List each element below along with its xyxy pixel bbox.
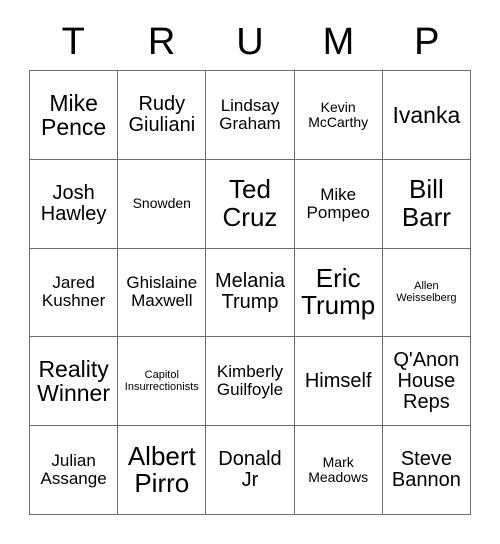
bingo-card: T R U M P Mike Pence Rudy Giuliani Linds… [29,14,471,515]
header-letter-5: P [414,21,440,63]
bingo-cell-r4c4[interactable]: Himself [294,337,383,427]
bingo-cell-r4c2[interactable]: Capitol Insurrectionists [118,337,207,427]
bingo-cell-r3c3[interactable]: Melania Trump [206,248,295,338]
bingo-cell-r4c3[interactable]: Kimberly Guilfoyle [206,337,295,427]
bingo-cell-label: Kimberly Guilfoyle [216,362,284,400]
bingo-cell-r3c4[interactable]: Eric Trump [294,248,383,338]
bingo-cell-r5c5[interactable]: Steve Bannon [382,426,471,515]
bingo-cell-r2c3[interactable]: Ted Cruz [206,159,295,249]
bingo-cell-r2c1[interactable]: Josh Hawley [30,159,119,249]
bingo-cell-label: Rudy Giuliani [128,92,196,136]
bingo-cell-r1c4[interactable]: Kevin McCarthy [294,71,383,160]
bingo-cell-label: Eric Trump [301,262,376,321]
bingo-cell-r5c4[interactable]: Mark Meadows [294,426,383,515]
bingo-cell-r1c5[interactable]: Ivanka [382,71,471,160]
bingo-grid: Mike Pence Rudy Giuliani Lindsay Graham … [29,70,471,515]
bingo-cell-r1c1[interactable]: Mike Pence [30,71,119,160]
bingo-cell-label: Ivanka [392,101,461,128]
bingo-cell-label: Q'Anon House Reps [393,348,460,413]
bingo-cell-r3c1[interactable]: Jared Kushner [30,248,119,338]
header-letter-1: T [61,21,85,63]
bingo-cell-r3c2[interactable]: Ghislaine Maxwell [118,248,207,338]
bingo-cell-label: Himself [304,369,372,392]
bingo-cell-label: Ted Cruz [222,174,278,232]
header-letter-2: R [147,21,176,63]
bingo-cell-r3c5[interactable]: Allen Weisselberg [382,248,471,338]
bingo-cell-r2c2[interactable]: Snowden [118,159,207,249]
bingo-cell-label: Lindsay Graham [219,95,281,133]
header-letter-3: U [236,21,264,63]
bingo-header-row: T R U M P [29,14,471,70]
bingo-cell-r2c4[interactable]: Mike Pompeo [294,159,383,249]
bingo-cell-label: Melania Trump [214,270,286,314]
bingo-cell-label: Snowden [132,195,191,212]
bingo-cell-label: Mike Pompeo [306,184,370,222]
bingo-cell-r1c2[interactable]: Rudy Giuliani [118,71,207,160]
bingo-cell-r5c3[interactable]: Donald Jr [206,426,295,515]
bingo-cell-r5c1[interactable]: Julian Assange [30,426,119,515]
bingo-cell-r1c3[interactable]: Lindsay Graham [206,71,295,160]
bingo-cell-label: Capitol Insurrectionists [124,368,199,394]
bingo-cell-r2c5[interactable]: Bill Barr [382,159,471,249]
bingo-cell-label: Steve Bannon [391,447,461,492]
bingo-cell-label: Ghislaine Maxwell [126,273,198,311]
bingo-cell-label: Mark Meadows [308,454,369,486]
bingo-cell-label: Reality Winner [37,355,111,407]
bingo-cell-r5c2[interactable]: Albert Pirro [118,426,207,515]
bingo-cell-r4c5[interactable]: Q'Anon House Reps [382,337,471,427]
bingo-cell-r4c1[interactable]: Reality Winner [30,337,119,427]
header-letter-4: M [322,21,355,63]
bingo-cell-label: Josh Hawley [40,181,107,225]
bingo-cell-label: Jared Kushner [41,273,106,311]
bingo-cell-label: Albert Pirro [127,440,196,499]
bingo-cell-label: Mike Pence [40,89,107,140]
bingo-cell-label: Bill Barr [401,174,451,232]
bingo-cell-label: Julian Assange [40,451,107,489]
bingo-cell-label: Kevin McCarthy [308,99,369,130]
bingo-cell-label: Donald Jr [218,447,282,492]
bingo-cell-label: Allen Weisselberg [396,279,457,305]
